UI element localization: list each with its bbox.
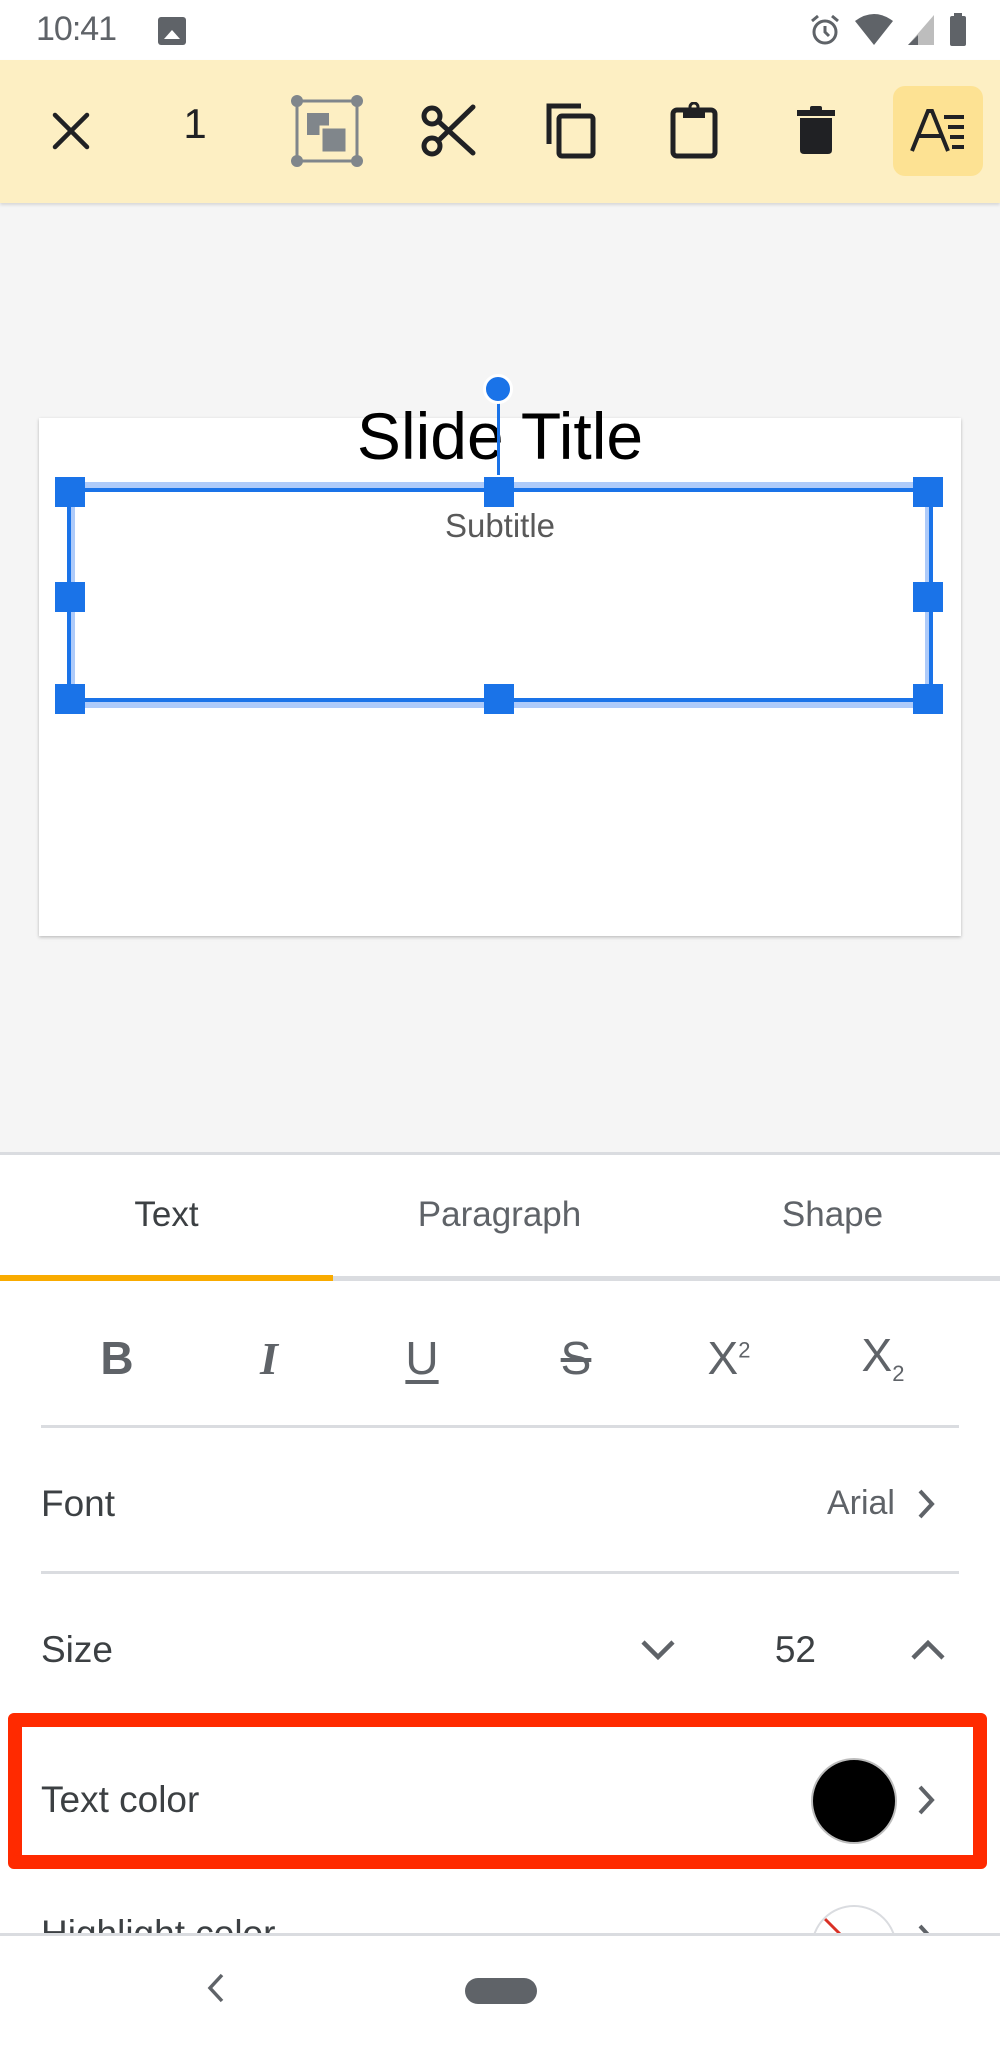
resize-handle-bottom-right[interactable]	[913, 684, 943, 714]
rotation-stem	[497, 400, 500, 475]
strikethrough-button[interactable]: S	[521, 1303, 631, 1413]
alarm-icon	[811, 14, 839, 45]
scissors-icon	[421, 104, 476, 157]
resize-handle-bottom-left[interactable]	[55, 684, 85, 714]
resize-handle-top-left[interactable]	[55, 477, 85, 507]
font-value: Arial	[826, 1484, 895, 1522]
delete-button[interactable]	[771, 86, 861, 176]
subscript-glyph: X	[861, 1329, 893, 1382]
size-row: Size 52	[0, 1582, 1000, 1717]
chevron-down-icon	[641, 1639, 675, 1660]
resize-handle-top-right[interactable]	[913, 477, 943, 507]
slide-subtitle[interactable]: Subtitle	[0, 507, 1000, 545]
system-nav-bar	[0, 1933, 1000, 2056]
status-bar: 10:41	[0, 0, 1000, 60]
bold-icon: B	[100, 1332, 134, 1384]
copy-button[interactable]	[526, 86, 616, 176]
italic-icon: I	[260, 1332, 278, 1384]
status-time: 10:41	[36, 10, 117, 48]
underline-button[interactable]: U	[367, 1303, 477, 1413]
cut-button[interactable]	[404, 86, 494, 176]
italic-button[interactable]: I	[214, 1303, 324, 1413]
divider	[41, 1425, 959, 1428]
trash-icon	[797, 106, 835, 154]
wifi-icon	[855, 14, 893, 45]
back-button[interactable]	[204, 1972, 228, 2009]
chevron-up-icon	[911, 1639, 945, 1660]
slide-title[interactable]: Slide Title	[0, 398, 1000, 474]
back-icon	[207, 1973, 224, 2003]
tab-active-indicator	[0, 1275, 333, 1281]
font-row[interactable]: Font Arial	[0, 1436, 1000, 1571]
strikethrough-icon: S	[560, 1332, 592, 1384]
resize-handle-top[interactable]	[484, 477, 514, 507]
text-format-icon	[910, 109, 964, 152]
size-increase-button[interactable]	[910, 1582, 946, 1717]
tab-text[interactable]: Text	[0, 1155, 333, 1275]
status-icons	[808, 12, 968, 48]
superscript-button[interactable]: X2	[674, 1303, 784, 1413]
close-button[interactable]	[26, 86, 116, 176]
underline-icon: U	[405, 1332, 439, 1384]
resize-handle-left[interactable]	[55, 582, 85, 612]
subscript-button[interactable]: X2	[828, 1303, 938, 1413]
tab-paragraph[interactable]: Paragraph	[333, 1155, 666, 1275]
chevron-right-icon	[916, 1436, 936, 1571]
copy-icon	[546, 103, 596, 159]
home-button[interactable]	[465, 1978, 537, 2004]
subscript-icon: X2	[862, 1328, 905, 1387]
superscript-icon: X2	[708, 1331, 751, 1385]
bold-button[interactable]: B	[62, 1303, 172, 1413]
close-icon	[52, 112, 90, 150]
arrange-icon	[291, 95, 363, 167]
size-value[interactable]: 52	[775, 1582, 816, 1717]
signal-icon	[908, 15, 934, 45]
battery-icon	[950, 13, 966, 46]
divider	[41, 1571, 959, 1574]
format-tabs: Text Paragraph Shape	[0, 1155, 1000, 1282]
superscript-glyph: X	[707, 1332, 739, 1384]
selection-toolbar: 1	[0, 60, 1000, 203]
font-label: Font	[41, 1482, 116, 1524]
subscript-digit: 2	[892, 1361, 905, 1387]
format-options-button[interactable]	[893, 86, 983, 176]
text-style-buttons: B I U S X2 X2	[0, 1303, 1000, 1413]
size-label: Size	[41, 1628, 113, 1670]
resize-handle-right[interactable]	[913, 582, 943, 612]
superscript-digit: 2	[738, 1337, 751, 1363]
selected-count: 1	[183, 100, 207, 147]
annotation-highlight-box	[8, 1713, 987, 1869]
paste-button[interactable]	[649, 86, 739, 176]
clipboard-icon	[670, 102, 718, 159]
gallery-icon	[158, 17, 186, 45]
rotation-handle[interactable]	[483, 374, 513, 404]
arrange-button[interactable]	[282, 86, 372, 176]
slide-canvas[interactable]	[0, 203, 1000, 1153]
resize-handle-bottom[interactable]	[484, 684, 514, 714]
size-decrease-button[interactable]	[640, 1582, 676, 1717]
tab-shape[interactable]: Shape	[666, 1155, 999, 1275]
